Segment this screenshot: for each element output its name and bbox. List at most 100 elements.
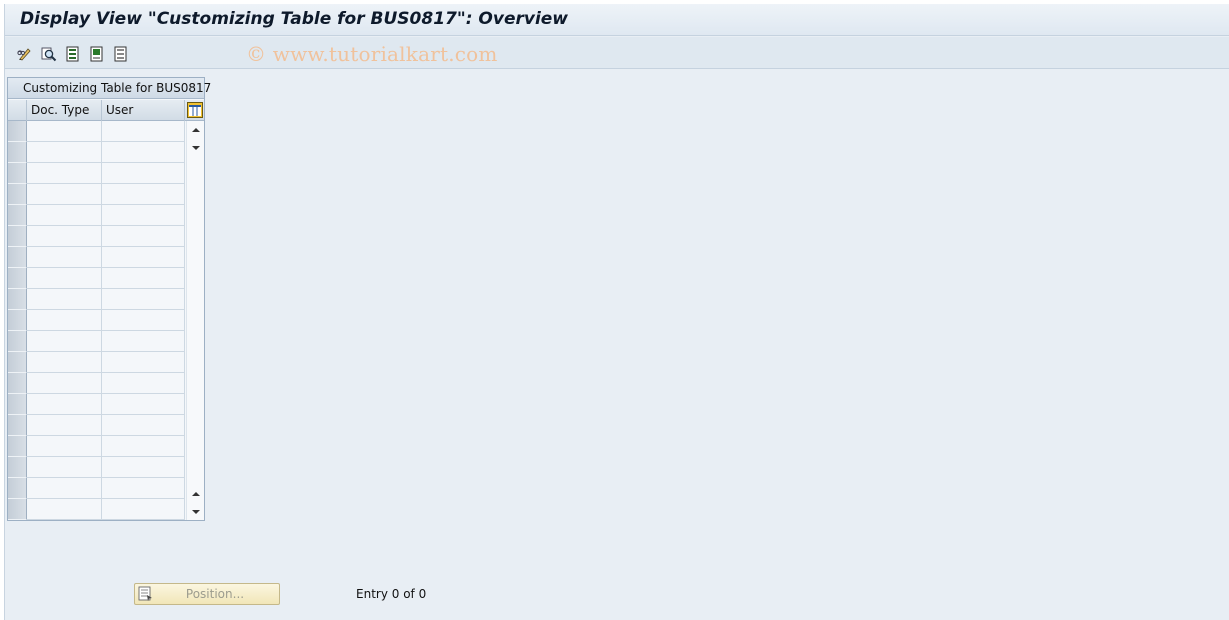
select-all-icon[interactable] xyxy=(65,46,81,62)
row-selector[interactable] xyxy=(8,142,27,163)
cell-user[interactable] xyxy=(102,289,185,310)
table-row xyxy=(8,394,185,415)
cell-doc-type[interactable] xyxy=(27,184,102,205)
position-button-label: Position... xyxy=(185,587,245,601)
display-change-icon[interactable] xyxy=(17,46,33,62)
vertical-scrollbar[interactable] xyxy=(186,121,204,520)
cell-doc-type[interactable] xyxy=(27,394,102,415)
row-selector[interactable] xyxy=(8,499,27,520)
scroll-page-up-icon[interactable] xyxy=(189,487,203,501)
table-row xyxy=(8,142,185,163)
deselect-all-icon[interactable] xyxy=(113,46,129,62)
cell-user[interactable] xyxy=(102,499,185,520)
cell-doc-type[interactable] xyxy=(27,142,102,163)
position-icon xyxy=(138,586,154,602)
cell-user[interactable] xyxy=(102,331,185,352)
cell-doc-type[interactable] xyxy=(27,352,102,373)
table-header: Doc. Type User xyxy=(8,100,204,121)
table-row xyxy=(8,310,185,331)
row-selector[interactable] xyxy=(8,163,27,184)
cell-doc-type[interactable] xyxy=(27,163,102,184)
cell-user[interactable] xyxy=(102,121,185,142)
row-selector[interactable] xyxy=(8,436,27,457)
column-header-doc-type[interactable]: Doc. Type xyxy=(27,100,102,121)
cell-doc-type[interactable] xyxy=(27,499,102,520)
row-selector[interactable] xyxy=(8,331,27,352)
cell-doc-type[interactable] xyxy=(27,205,102,226)
cell-doc-type[interactable] xyxy=(27,373,102,394)
row-selector[interactable] xyxy=(8,205,27,226)
row-selector[interactable] xyxy=(8,394,27,415)
row-selector[interactable] xyxy=(8,184,27,205)
cell-user[interactable] xyxy=(102,415,185,436)
row-selector[interactable] xyxy=(8,310,27,331)
scroll-up-icon[interactable] xyxy=(189,123,203,137)
row-selector[interactable] xyxy=(8,457,27,478)
cell-doc-type[interactable] xyxy=(27,310,102,331)
cell-user[interactable] xyxy=(102,142,185,163)
cell-user[interactable] xyxy=(102,478,185,499)
cell-user[interactable] xyxy=(102,394,185,415)
row-selector[interactable] xyxy=(8,289,27,310)
page-title: Display View "Customizing Table for BUS0… xyxy=(20,9,569,29)
cell-doc-type[interactable] xyxy=(27,247,102,268)
table-row xyxy=(8,331,185,352)
table-row xyxy=(8,373,185,394)
table-row xyxy=(8,184,185,205)
table-row xyxy=(8,352,185,373)
table-row xyxy=(8,226,185,247)
cell-user[interactable] xyxy=(102,352,185,373)
table-settings-icon[interactable] xyxy=(187,102,203,118)
cell-doc-type[interactable] xyxy=(27,436,102,457)
cell-user[interactable] xyxy=(102,163,185,184)
table-row xyxy=(8,268,185,289)
title-bar: Display View "Customizing Table for BUS0… xyxy=(5,4,1229,36)
cell-doc-type[interactable] xyxy=(27,121,102,142)
position-button[interactable]: Position... xyxy=(134,583,280,605)
cell-user[interactable] xyxy=(102,226,185,247)
watermark: © www.tutorialkart.com xyxy=(246,42,498,66)
column-header-user[interactable]: User xyxy=(102,100,185,121)
cell-doc-type[interactable] xyxy=(27,478,102,499)
table-body xyxy=(8,121,204,520)
row-selector[interactable] xyxy=(8,247,27,268)
table-title: Customizing Table for BUS0817 xyxy=(8,78,211,99)
row-selector[interactable] xyxy=(8,226,27,247)
entry-count: Entry 0 of 0 xyxy=(356,587,427,601)
cell-user[interactable] xyxy=(102,268,185,289)
table-row xyxy=(8,499,185,520)
cell-user[interactable] xyxy=(102,436,185,457)
cell-doc-type[interactable] xyxy=(27,457,102,478)
row-selector[interactable] xyxy=(8,373,27,394)
row-selector[interactable] xyxy=(8,121,27,142)
select-all-rows-cell[interactable] xyxy=(8,100,27,121)
cell-doc-type[interactable] xyxy=(27,415,102,436)
cell-user[interactable] xyxy=(102,184,185,205)
table-row xyxy=(8,163,185,184)
application-toolbar: © www.tutorialkart.com xyxy=(5,37,1229,69)
table-row xyxy=(8,247,185,268)
cell-user[interactable] xyxy=(102,373,185,394)
table-row xyxy=(8,205,185,226)
cell-doc-type[interactable] xyxy=(27,268,102,289)
find-icon[interactable] xyxy=(41,46,57,62)
scroll-page-down-icon[interactable] xyxy=(189,505,203,519)
cell-doc-type[interactable] xyxy=(27,331,102,352)
cell-user[interactable] xyxy=(102,310,185,331)
cell-user[interactable] xyxy=(102,457,185,478)
cell-doc-type[interactable] xyxy=(27,289,102,310)
table-row xyxy=(8,478,185,499)
cell-doc-type[interactable] xyxy=(27,226,102,247)
row-selector[interactable] xyxy=(8,415,27,436)
scroll-down-icon[interactable] xyxy=(189,141,203,155)
cell-user[interactable] xyxy=(102,247,185,268)
table-row xyxy=(8,415,185,436)
row-selector[interactable] xyxy=(8,268,27,289)
customizing-table: Customizing Table for BUS0817 Doc. Type … xyxy=(7,77,211,521)
select-block-icon[interactable] xyxy=(89,46,105,62)
cell-user[interactable] xyxy=(102,205,185,226)
row-selector[interactable] xyxy=(8,478,27,499)
table-row xyxy=(8,121,185,142)
table-row xyxy=(8,436,185,457)
row-selector[interactable] xyxy=(8,352,27,373)
